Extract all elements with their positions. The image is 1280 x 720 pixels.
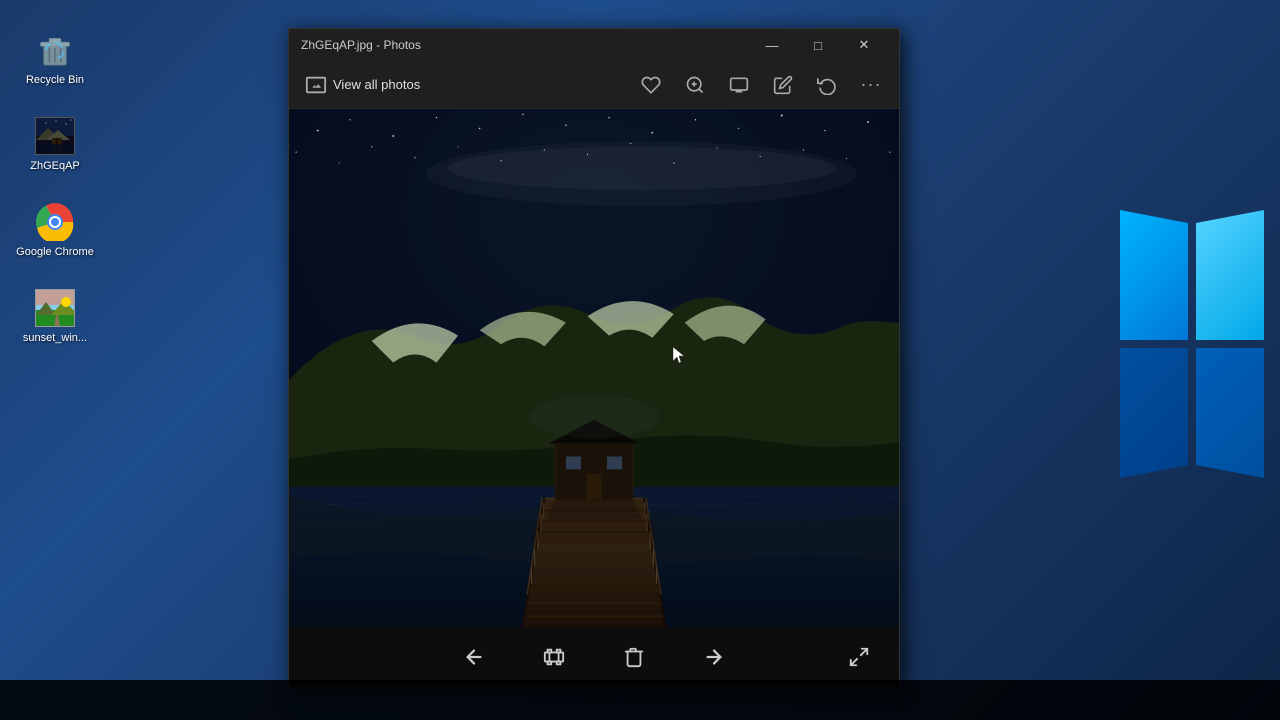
close-button[interactable]: ✕ <box>841 29 887 61</box>
desktop-icons-container: Recycle Bin <box>0 20 110 354</box>
toolbar: View all photos <box>289 61 899 109</box>
bottom-bar <box>289 627 899 687</box>
photos-window: ZhGEqAP.jpg - Photos — □ ✕ View all phot… <box>288 28 900 688</box>
taskbar <box>0 680 1280 720</box>
edit-button[interactable] <box>763 67 803 103</box>
sunset-label: sunset_win... <box>23 332 87 344</box>
title-bar-controls: — □ ✕ <box>749 29 887 61</box>
recycle-bin-image <box>35 30 75 70</box>
minimize-button[interactable]: — <box>749 29 795 61</box>
view-all-label: View all photos <box>333 77 420 92</box>
forward-button[interactable] <box>694 637 734 677</box>
view-all-photos-button[interactable]: View all photos <box>297 70 428 100</box>
slideshow-button[interactable] <box>719 67 759 103</box>
chrome-label: Google Chrome <box>16 246 94 258</box>
rotate-button[interactable] <box>807 67 847 103</box>
zhgeqap-thumbnail <box>35 116 75 156</box>
filmstrip-button[interactable] <box>534 637 574 677</box>
toolbar-actions: ··· <box>631 67 891 103</box>
delete-button[interactable] <box>614 637 654 677</box>
recycle-bin-label: Recycle Bin <box>26 74 84 86</box>
title-bar: ZhGEqAP.jpg - Photos — □ ✕ <box>289 29 899 61</box>
photo-display-area <box>289 109 899 627</box>
chrome-icon[interactable]: Google Chrome <box>15 202 95 258</box>
maximize-button[interactable]: □ <box>795 29 841 61</box>
expand-button[interactable] <box>839 637 879 677</box>
zhgeqap-label: ZhGEqAP <box>30 160 80 172</box>
recycle-bin-icon[interactable]: Recycle Bin <box>15 30 95 86</box>
sunset-thumbnail <box>35 288 75 328</box>
windows-logo <box>1120 210 1280 510</box>
favorite-button[interactable] <box>631 67 671 103</box>
zhgeqap-file-icon[interactable]: ZhGEqAP <box>15 116 95 172</box>
zoom-button[interactable] <box>675 67 715 103</box>
back-button[interactable] <box>454 637 494 677</box>
more-options-button[interactable]: ··· <box>851 67 891 103</box>
window-title: ZhGEqAP.jpg - Photos <box>301 38 749 52</box>
desktop: Recycle Bin <box>0 0 1280 720</box>
sunset-win-icon[interactable]: sunset_win... <box>15 288 95 344</box>
chrome-image <box>35 202 75 242</box>
